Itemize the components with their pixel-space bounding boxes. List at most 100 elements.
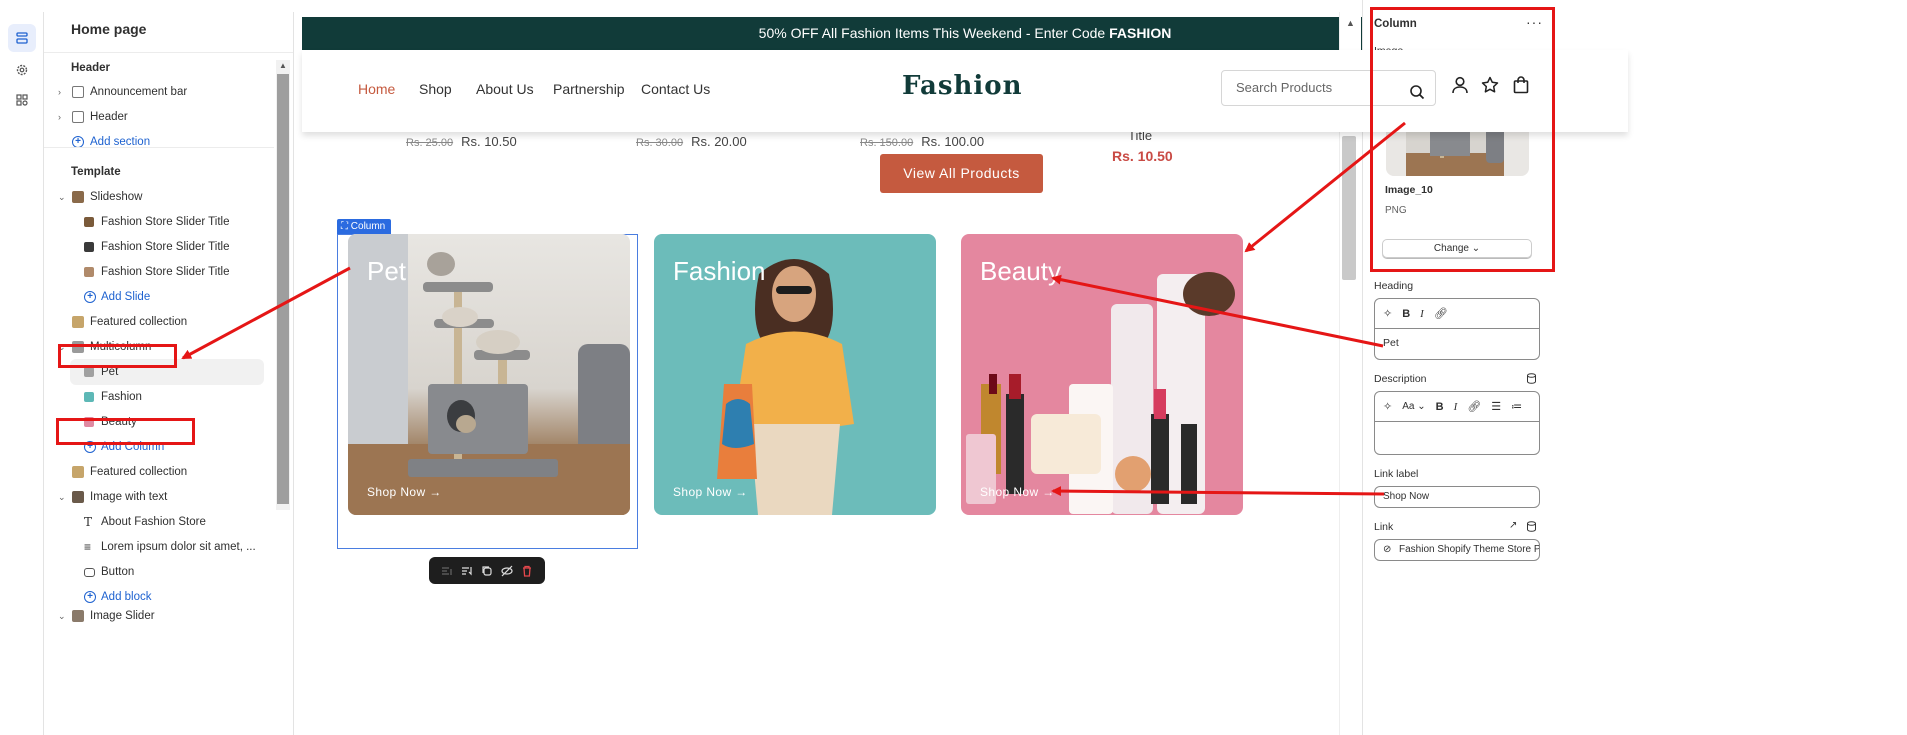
apps-icon[interactable] <box>8 86 36 114</box>
nav-partnership[interactable]: Partnership <box>553 81 625 97</box>
shop-now-link[interactable]: Shop Now → <box>673 485 748 499</box>
italic-icon[interactable]: I <box>1420 308 1424 320</box>
add-block-button[interactable]: + Add block <box>44 584 264 610</box>
section-announcement-bar[interactable]: › Announcement bar <box>44 79 264 105</box>
search-icon[interactable] <box>1409 79 1425 113</box>
scrollbar-thumb[interactable] <box>277 74 289 504</box>
price-old: Rs. 30.00 <box>636 137 684 149</box>
dynamic-source-icon[interactable] <box>1526 372 1537 387</box>
cart-bag-icon[interactable] <box>1512 76 1530 97</box>
block-heading[interactable]: T About Fashion Store <box>44 509 264 535</box>
bold-icon[interactable]: B <box>1402 308 1410 320</box>
bold-icon[interactable]: B <box>1436 401 1444 413</box>
block-label: Fashion <box>101 391 142 403</box>
nav-shop[interactable]: Shop <box>419 81 452 97</box>
section-label: Announcement bar <box>90 86 188 98</box>
wishlist-star-icon[interactable] <box>1481 76 1499 97</box>
block-column-pet[interactable]: Pet <box>70 359 264 385</box>
hide-eye-icon[interactable] <box>500 564 514 578</box>
scroll-up-icon[interactable]: ▲ <box>1346 18 1355 28</box>
block-slide-3[interactable]: Fashion Store Slider Title <box>44 259 264 285</box>
button-icon <box>84 568 95 577</box>
view-all-products-button[interactable]: View All Products <box>880 154 1043 193</box>
price-new: Rs. 10.50 <box>461 134 517 149</box>
section-multicolumn[interactable]: ⌄ Multicolumn <box>44 334 264 360</box>
add-section-button[interactable]: + Add section <box>44 129 264 155</box>
store-header: Home Shop About Us Partnership Contact U… <box>302 50 1628 132</box>
section-label: Featured collection <box>90 316 188 328</box>
add-column-button[interactable]: + Add Column <box>44 434 264 460</box>
section-featured-collection-2[interactable]: Featured collection <box>44 459 264 485</box>
duplicate-icon[interactable] <box>480 564 494 578</box>
text-icon: T <box>84 515 93 529</box>
block-label: Button <box>101 566 135 578</box>
sections-icon[interactable] <box>8 24 36 52</box>
gear-icon[interactable] <box>8 56 36 84</box>
heading-value[interactable]: Pet <box>1375 329 1539 349</box>
thumbnail-icon <box>84 242 94 252</box>
search-input[interactable]: Search Products <box>1221 70 1436 106</box>
description-editor[interactable]: ✧ Aa ⌄ B I 🔗︎ ☰ ≔ <box>1374 391 1540 455</box>
description-label: Description <box>1374 373 1427 385</box>
block-slide-1[interactable]: Fashion Store Slider Title <box>44 209 264 235</box>
column-card-beauty[interactable]: Beauty Shop Now → <box>961 234 1243 515</box>
numbered-list-icon[interactable]: ≔ <box>1511 400 1522 413</box>
nav-home[interactable]: Home <box>358 81 395 97</box>
card-heading: Beauty <box>980 256 1061 286</box>
italic-icon[interactable]: I <box>1454 401 1458 413</box>
section-image-with-text[interactable]: ⌄ Image with text <box>44 484 264 510</box>
add-slide-button[interactable]: + Add Slide <box>44 284 264 310</box>
heading-editor[interactable]: ✧ B I 🔗︎ Pet <box>1374 298 1540 360</box>
bullet-list-icon[interactable]: ☰ <box>1491 400 1501 413</box>
announcement-text: 50% OFF All Fashion Items This Weekend -… <box>758 25 1110 41</box>
section-image-slider[interactable]: ⌄ Image Slider <box>44 609 264 623</box>
scroll-up-icon[interactable]: ▲ <box>279 61 287 70</box>
block-slide-2[interactable]: Fashion Store Slider Title <box>44 234 264 260</box>
heading-label: Heading <box>1374 280 1414 292</box>
link-icon[interactable]: 🔗︎ <box>1467 400 1481 413</box>
font-size-dropdown[interactable]: Aa ⌄ <box>1402 401 1425 412</box>
thumbnail-icon <box>84 367 94 377</box>
section-slideshow[interactable]: ⌄ Slideshow <box>44 184 264 210</box>
dynamic-source-icon[interactable] <box>1526 520 1537 535</box>
section-label: Image with text <box>90 491 168 503</box>
link-label-input[interactable]: Shop Now <box>1374 486 1540 508</box>
nav-contact[interactable]: Contact Us <box>641 81 710 97</box>
thumbnail-icon <box>84 392 94 402</box>
font-size-label: Aa <box>1402 401 1415 412</box>
section-featured-collection[interactable]: Featured collection <box>44 309 264 335</box>
block-button[interactable]: Button <box>44 559 264 585</box>
chevron-right-icon: › <box>58 87 61 97</box>
block-column-fashion[interactable]: Fashion <box>44 384 264 410</box>
section-label: Slideshow <box>90 191 143 203</box>
link-input[interactable]: ⊘ Fashion Shopify Theme Store P <box>1374 539 1540 561</box>
section-label: Multicolumn <box>90 341 152 353</box>
chevron-down-icon: ⌄ <box>58 191 66 202</box>
announcement-code: FASHION <box>1109 25 1172 41</box>
external-link-icon[interactable]: ↗ <box>1509 520 1517 531</box>
column-card-pet[interactable]: Pet Shop Now → <box>348 234 630 515</box>
add-icon: + <box>84 591 96 603</box>
shop-now-link[interactable]: Shop Now → <box>980 485 1055 499</box>
ai-magic-icon[interactable]: ✧ <box>1383 307 1392 320</box>
price-new: Rs. 20.00 <box>691 134 747 149</box>
product-price: Rs. 25.00 Rs. 10.50 <box>406 134 517 149</box>
shop-now-link[interactable]: Shop Now → <box>367 485 442 499</box>
change-image-button[interactable]: Change ⌄ <box>1382 239 1532 258</box>
link-icon[interactable]: 🔗︎ <box>1434 307 1448 320</box>
preview-scrollbar-thumb[interactable] <box>1342 136 1356 280</box>
block-text[interactable]: ≡ Lorem ipsum dolor sit amet, ... <box>44 534 264 560</box>
column-card-fashion[interactable]: Fashion Shop Now → <box>654 234 936 515</box>
section-header[interactable]: › Header <box>44 104 264 130</box>
block-column-beauty[interactable]: Beauty <box>44 409 264 435</box>
move-down-icon[interactable] <box>460 564 474 578</box>
delete-trash-icon[interactable] <box>520 564 534 578</box>
ai-magic-icon[interactable]: ✧ <box>1383 400 1392 413</box>
panel-title: Column <box>1374 18 1417 30</box>
move-up-icon[interactable] <box>440 564 454 578</box>
more-options-icon[interactable]: ··· <box>1526 14 1543 30</box>
nav-about[interactable]: About Us <box>476 81 534 97</box>
store-logo[interactable]: Fashion <box>902 71 1023 101</box>
account-icon[interactable] <box>1451 76 1469 97</box>
page-title: Home page <box>71 21 147 37</box>
